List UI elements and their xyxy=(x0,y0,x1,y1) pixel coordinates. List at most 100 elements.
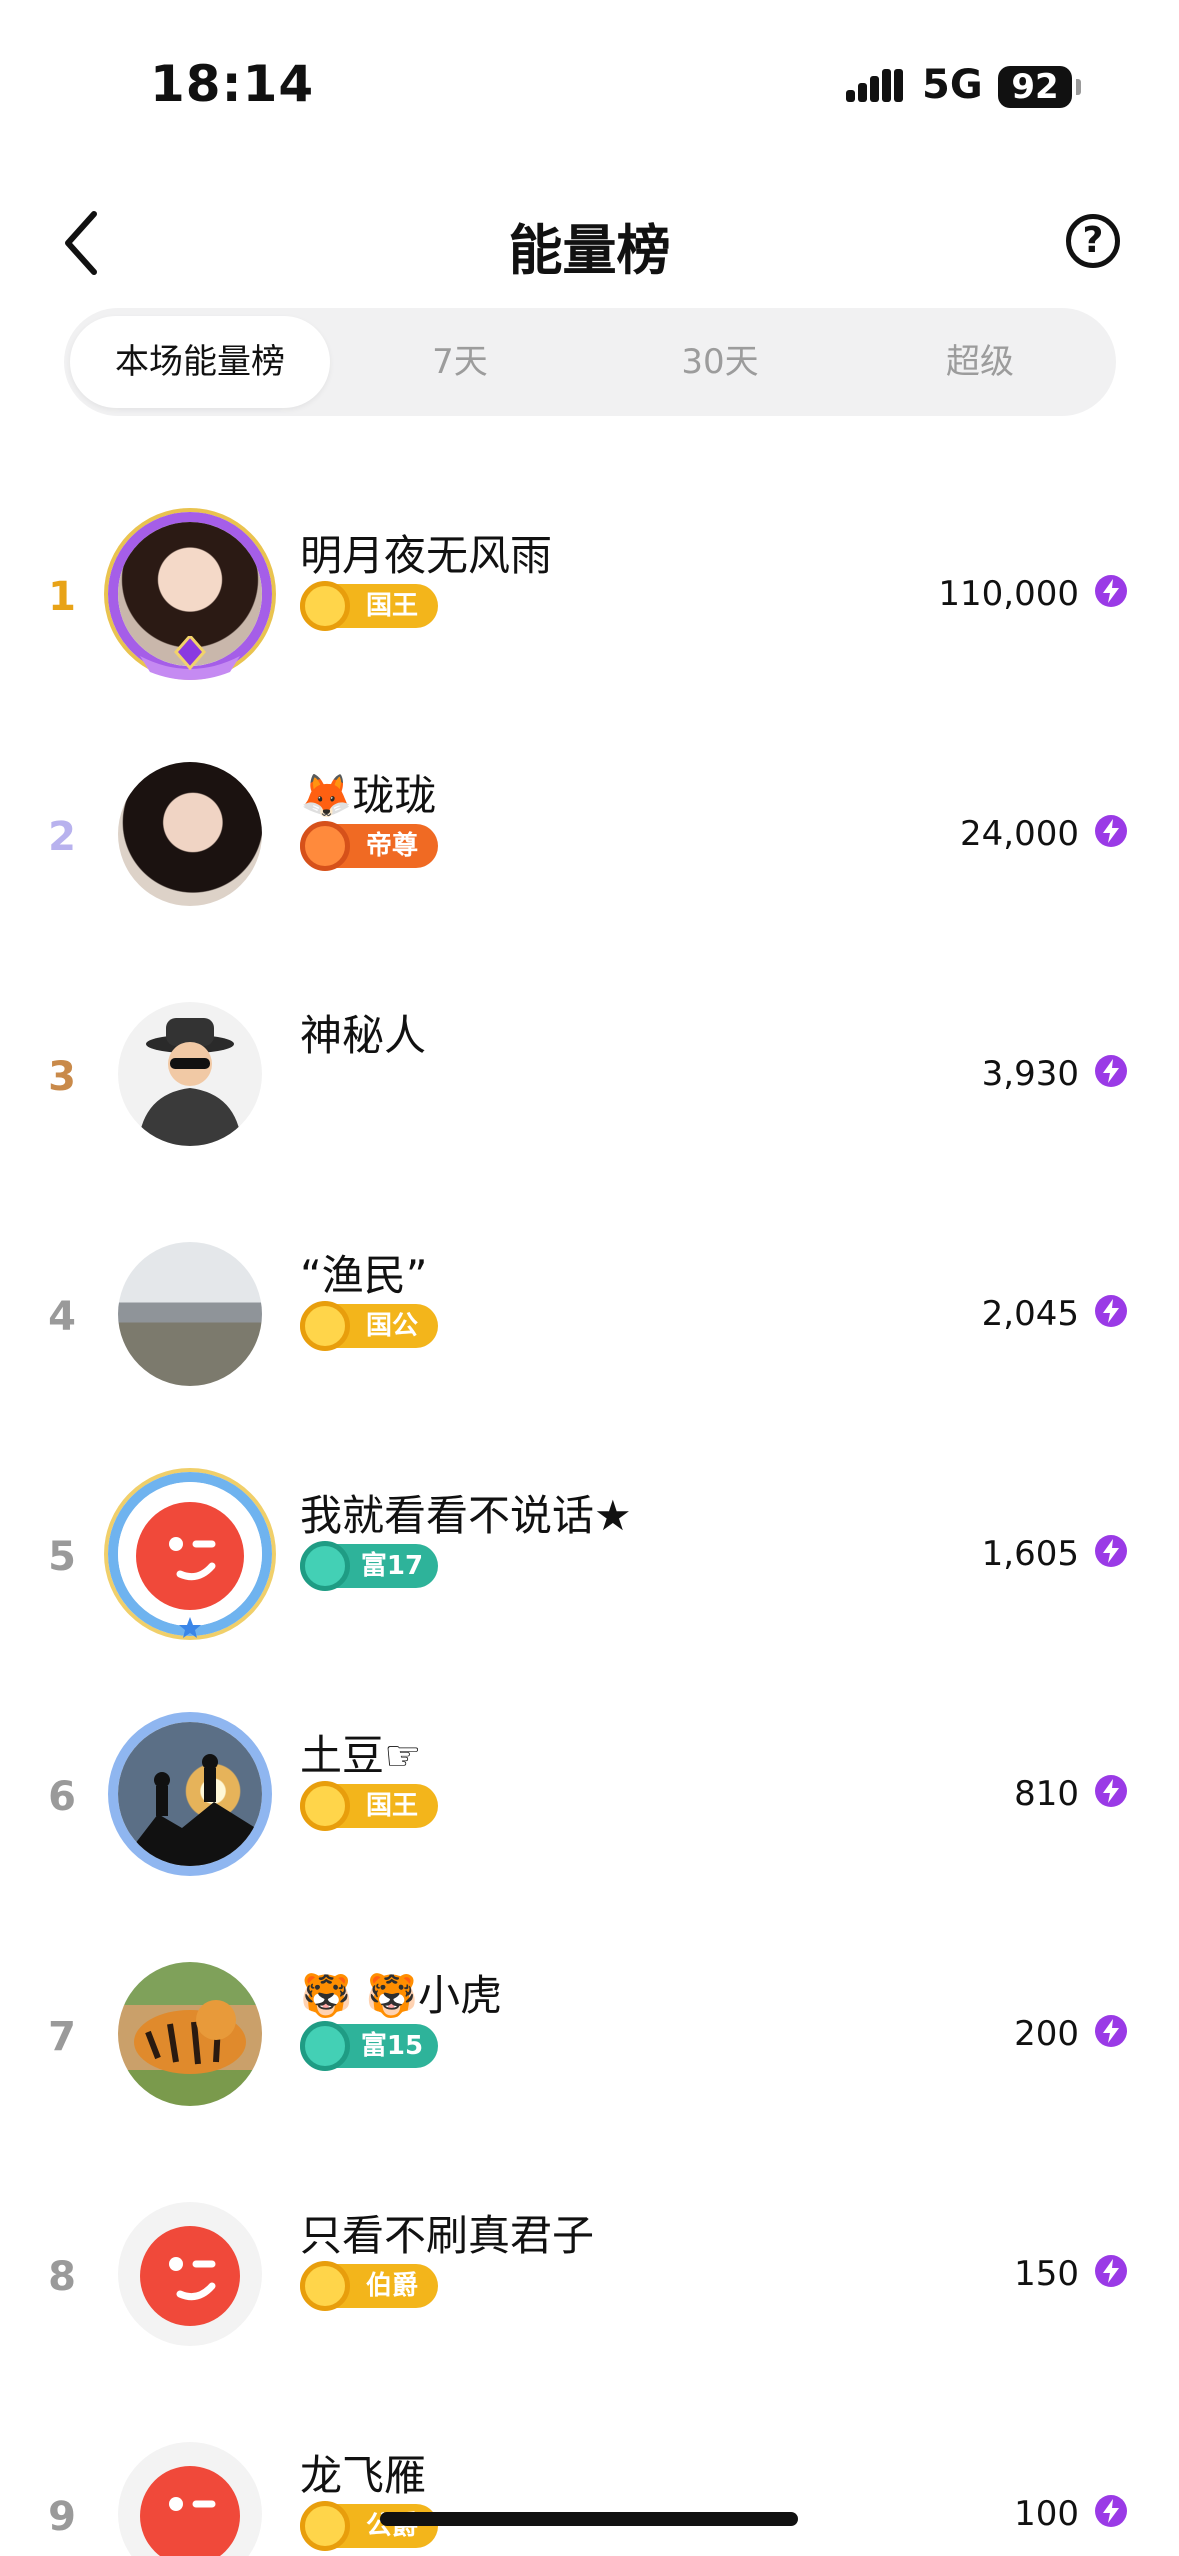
badge-label: 国公 xyxy=(365,1311,418,1341)
red-wink-logo-icon xyxy=(140,2226,240,2326)
star-icon xyxy=(179,1617,201,1638)
home-indicator[interactable] xyxy=(380,2512,798,2526)
username: 我就看看不说话★ xyxy=(300,1491,632,1540)
rank-badge: 富15 xyxy=(300,2021,438,2071)
red-wink-logo-icon xyxy=(140,2466,240,2556)
lightning-bolt-icon xyxy=(1095,815,1127,847)
rank-number: 5 xyxy=(48,1534,76,1580)
avatar[interactable] xyxy=(118,1002,262,1146)
badge-label: 国王 xyxy=(365,591,418,621)
tab-7-days[interactable]: 7天 xyxy=(330,316,590,408)
leaderboard-row[interactable]: 2 🦊珑珑 帝尊 24,000 xyxy=(0,718,1179,958)
username: 龙飞雁 xyxy=(300,2451,427,2500)
avatar[interactable] xyxy=(118,2442,262,2556)
emperor-icon xyxy=(300,821,350,871)
network-type: 5G xyxy=(922,62,983,108)
avatar[interactable] xyxy=(118,2202,262,2346)
earl-icon xyxy=(300,2261,350,2311)
crown-icon xyxy=(300,1781,350,1831)
duke-icon xyxy=(300,2501,350,2551)
rank-number: 1 xyxy=(48,574,76,620)
rank-badge: 富17 xyxy=(300,1541,438,1591)
leaderboard-row[interactable]: 5 我就看看不说话★ 富17 1,605 xyxy=(0,1438,1179,1678)
username: 🦊珑珑 xyxy=(300,771,437,820)
badge-label: 帝尊 xyxy=(365,831,418,861)
rank-badge: 帝尊 xyxy=(300,821,438,871)
rank-badge: 公爵 xyxy=(300,2501,438,2551)
username: 神秘人 xyxy=(300,1011,427,1060)
energy-score: 150 xyxy=(1014,2254,1079,2294)
page-title: 能量榜 xyxy=(508,219,671,282)
leaderboard-row[interactable]: 6 土豆☞ 国王 810 xyxy=(0,1678,1179,1918)
avatar[interactable] xyxy=(108,512,272,680)
question-circle-icon[interactable]: ? xyxy=(1066,214,1120,268)
battery-level: 92 xyxy=(1011,67,1059,107)
energy-score: 200 xyxy=(1014,2014,1079,2054)
rank-number: 2 xyxy=(48,814,76,860)
status-bar: 18:14 5G 92 xyxy=(0,0,1179,150)
leaderboard-row[interactable]: 1 明月夜无风雨 国王 110,000 xyxy=(0,478,1179,718)
rank-number: 6 xyxy=(48,1774,76,1820)
lightning-bolt-icon xyxy=(1095,2015,1127,2047)
badge-label: 富15 xyxy=(360,2031,424,2061)
tab-30-days[interactable]: 30天 xyxy=(590,316,850,408)
lightning-bolt-icon xyxy=(1095,1535,1127,1567)
avatar[interactable] xyxy=(108,1712,272,1876)
badge-label: 富17 xyxy=(360,1551,424,1581)
energy-score: 24,000 xyxy=(960,814,1079,854)
avatar-image xyxy=(118,1482,262,1626)
rank-number: 4 xyxy=(48,1294,76,1340)
energy-score: 810 xyxy=(1014,1774,1079,1814)
avatar-image xyxy=(118,1962,262,2106)
leaderboard-row[interactable]: 7 🐯 🐯小虎 富15 200 xyxy=(0,1918,1179,2158)
crest-gem-icon xyxy=(140,636,240,680)
avatar-image xyxy=(118,1242,262,1386)
username: 🐯 🐯小虎 xyxy=(300,1971,502,2020)
wealth-level-icon xyxy=(300,2021,350,2071)
username: “渔民” xyxy=(300,1251,428,1300)
help-glyph: ? xyxy=(1082,220,1104,261)
mystery-man-icon xyxy=(138,1018,242,1146)
rank-badge: 伯爵 xyxy=(300,2261,438,2311)
crown-icon xyxy=(300,581,350,631)
rank-badge: 国王 xyxy=(300,581,438,631)
tiger-photo-icon xyxy=(134,2000,246,2074)
username: 只看不刷真君子 xyxy=(300,2211,595,2260)
leaderboard-row[interactable]: 4 “渔民” 国公 2,045 xyxy=(0,1198,1179,1438)
tab-current-session[interactable]: 本场能量榜 xyxy=(70,316,330,408)
status-time: 18:14 xyxy=(150,55,315,113)
leaderboard-row[interactable]: 3 神秘人 3,930 xyxy=(0,958,1179,1198)
leaderboard-row[interactable]: 9 龙飞雁 公爵 100 xyxy=(0,2398,1179,2556)
avatar-image xyxy=(118,2202,262,2346)
lightning-bolt-icon xyxy=(1095,1775,1127,1807)
rank-number: 9 xyxy=(48,2494,76,2540)
rank-number: 3 xyxy=(48,1054,76,1100)
badge-label: 公爵 xyxy=(365,2511,418,2541)
energy-score: 1,605 xyxy=(981,1534,1079,1574)
energy-score: 2,045 xyxy=(981,1294,1079,1334)
avatar[interactable] xyxy=(118,762,262,906)
avatar-image xyxy=(118,1722,262,1866)
avatar[interactable] xyxy=(108,1472,272,1638)
rank-badge: 国王 xyxy=(300,1781,438,1831)
lightning-bolt-icon xyxy=(1095,2255,1127,2287)
energy-score: 110,000 xyxy=(938,574,1079,614)
badge-label: 国王 xyxy=(365,1791,418,1821)
leaderboard-row[interactable]: 8 只看不刷真君子 伯爵 150 xyxy=(0,2158,1179,2398)
rank-number: 8 xyxy=(48,2254,76,2300)
lightning-bolt-icon xyxy=(1095,575,1127,607)
red-wink-logo-icon xyxy=(136,1502,244,1610)
avatar-image xyxy=(118,2442,262,2556)
rank-number: 7 xyxy=(48,2014,76,2060)
tab-super[interactable]: 超级 xyxy=(850,316,1110,408)
climbers-silhouette-icon xyxy=(118,1754,262,1866)
username: 土豆☞ xyxy=(300,1731,422,1780)
lightning-bolt-icon xyxy=(1095,1055,1127,1087)
battery-icon: 92 xyxy=(998,66,1072,108)
lightning-bolt-icon xyxy=(1095,1295,1127,1327)
energy-score: 3,930 xyxy=(981,1054,1079,1094)
avatar[interactable] xyxy=(118,1962,262,2106)
wealth-level-icon xyxy=(300,1541,350,1591)
avatar[interactable] xyxy=(118,1242,262,1386)
badge-label: 伯爵 xyxy=(365,2271,418,2301)
